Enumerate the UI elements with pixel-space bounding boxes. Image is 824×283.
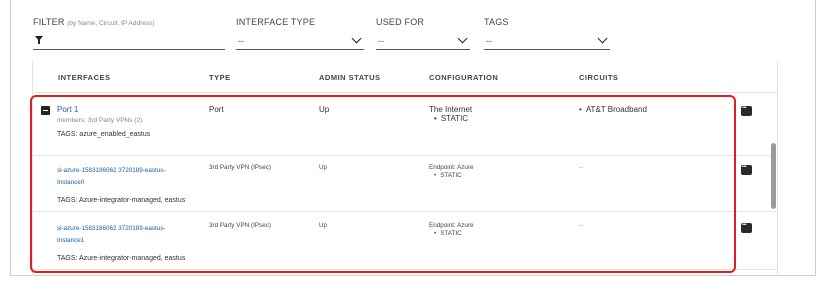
column-admin-status[interactable]: ADMIN STATUS <box>319 73 381 82</box>
tags-label: TAGS <box>484 17 509 27</box>
interface-type-label: INTERFACE TYPE <box>236 17 316 27</box>
row-actions-button[interactable] <box>741 105 752 116</box>
column-type[interactable]: TYPE <box>209 73 231 82</box>
used-for-label: USED FOR <box>376 17 425 27</box>
row-actions-button[interactable] <box>741 222 752 233</box>
scrollbar-thumb[interactable] <box>771 143 776 209</box>
chevron-down-icon <box>457 33 468 44</box>
column-circuits[interactable]: CIRCUITS <box>579 73 618 82</box>
filter-input[interactable] <box>33 33 225 50</box>
chevron-down-icon <box>351 33 362 44</box>
highlight-box <box>30 95 736 273</box>
table-header: INTERFACES TYPE ADMIN STATUS CONFIGURATI… <box>33 61 777 93</box>
tags-value: -- <box>486 36 492 46</box>
tags-select[interactable]: -- <box>484 33 610 50</box>
interface-type-select[interactable]: -- <box>236 33 364 50</box>
used-for-value: -- <box>378 36 384 46</box>
filter-icon <box>35 36 43 44</box>
chevron-down-icon <box>597 33 608 44</box>
used-for-select[interactable]: -- <box>376 33 470 50</box>
column-configuration[interactable]: CONFIGURATION <box>429 73 498 82</box>
row-actions-button[interactable] <box>741 164 752 175</box>
interface-type-value: -- <box>238 36 244 46</box>
column-interfaces[interactable]: INTERFACES <box>58 73 111 82</box>
filter-label: FILTER (by Name, Circuit, IP Address) <box>33 17 155 27</box>
